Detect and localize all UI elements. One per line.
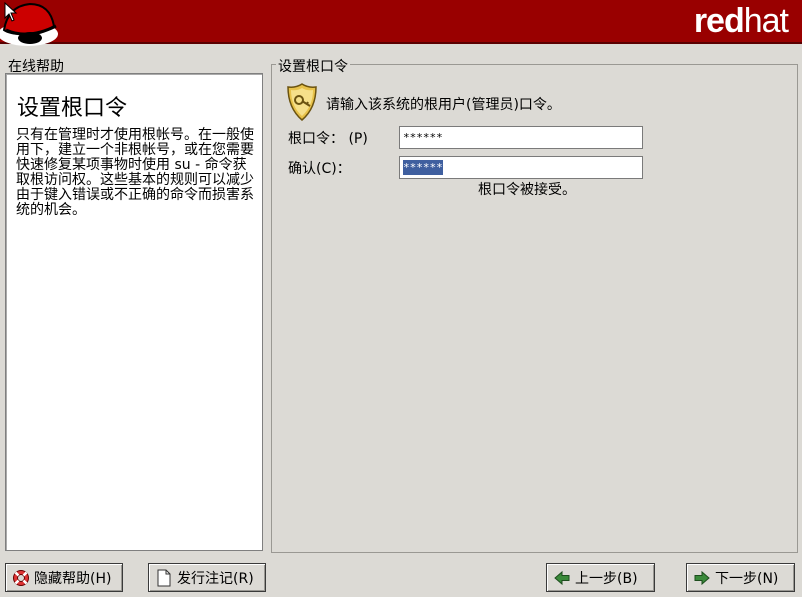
confirm-password-label: 确认(C)： bbox=[288, 161, 351, 177]
header-banner: redhat bbox=[0, 0, 802, 46]
mouse-cursor bbox=[4, 2, 18, 22]
back-label: 上一步(B) bbox=[575, 570, 638, 587]
password-prompt: 请输入该系统的根用户(管理员)口令。 bbox=[326, 97, 561, 113]
release-notes-label: 发行注记(R) bbox=[177, 570, 254, 587]
release-notes-button[interactable]: 发行注记(R) bbox=[148, 563, 266, 592]
next-button[interactable]: 下一步(N) bbox=[686, 563, 795, 592]
root-password-value: ****** bbox=[403, 131, 443, 144]
root-password-label: 根口令： (P) bbox=[288, 131, 368, 147]
next-label: 下一步(N) bbox=[715, 570, 779, 587]
confirm-password-input[interactable]: ****** bbox=[399, 156, 643, 179]
confirm-password-value: ****** bbox=[403, 160, 443, 175]
hide-help-label: 隐藏帮助(H) bbox=[34, 570, 112, 587]
hide-help-button[interactable]: 隐藏帮助(H) bbox=[5, 563, 123, 592]
redhat-wordmark: redhat bbox=[693, 2, 789, 40]
help-body-text: 只有在管理时才使用根帐号。在一般使用下，建立一个非根帐号，或在您需要快速修复某项… bbox=[16, 127, 254, 218]
document-icon bbox=[157, 569, 171, 586]
back-button[interactable]: 上一步(B) bbox=[546, 563, 655, 592]
help-pane[interactable]: 设置根口令 只有在管理时才使用根帐号。在一般使用下，建立一个非根帐号，或在您需要… bbox=[5, 73, 263, 551]
root-password-input[interactable]: ****** bbox=[399, 126, 643, 149]
password-accepted-message: 根口令被接受。 bbox=[478, 182, 576, 198]
arrow-right-icon bbox=[694, 570, 710, 585]
shield-key-icon bbox=[287, 83, 317, 121]
help-heading: 设置根口令 bbox=[17, 96, 128, 121]
lifebuoy-icon bbox=[13, 569, 29, 586]
group-title: 设置根口令 bbox=[276, 56, 350, 76]
arrow-left-icon bbox=[554, 570, 570, 585]
